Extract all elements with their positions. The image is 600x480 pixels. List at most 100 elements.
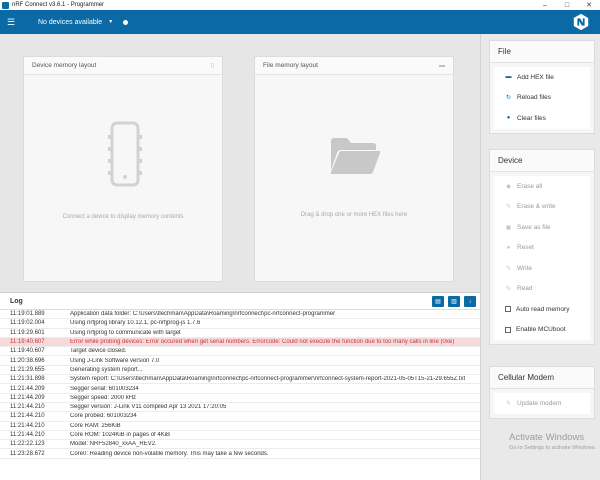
file-memory-panel[interactable]: File memory layout ▬ Drag & drop one or …	[254, 56, 454, 282]
log-message: Core probed: 601003234	[70, 413, 137, 420]
log-message: Segger serial: 601003234	[70, 385, 139, 392]
log-row: 11:19:29.601 Using nrfjprog to communicat…	[0, 329, 480, 338]
log-message: Generating system report...	[70, 366, 143, 373]
watermark-line1: Activate Windows	[509, 432, 585, 443]
log-message: System report: C:\Users\tlechman\AppData…	[70, 376, 466, 383]
folder-icon	[330, 138, 381, 174]
checkbox-icon[interactable]	[505, 306, 511, 313]
write-button[interactable]: ✎ Write	[494, 258, 590, 279]
update-modem-label: Update modem	[517, 399, 562, 407]
windows-activation-watermark: Activate Windows Go to Settings to activ…	[509, 432, 596, 451]
log-row: 11:22:22.123 Model: NRF52840_xxAA_REV2.	[0, 440, 480, 450]
log-timestamp: 11:23:28.672	[10, 450, 45, 457]
open-log-folder-icon[interactable]: ▤	[432, 296, 444, 307]
device-memory-title: Device memory layout	[32, 62, 97, 69]
clear-files-label: Clear files	[517, 114, 546, 122]
chevron-down-icon: ▼	[108, 19, 114, 25]
log-message: Segger speed: 2000 kHz	[70, 394, 137, 401]
log-message: Using J-Link Software version 7.0	[70, 357, 160, 364]
read-label: Read	[517, 285, 533, 293]
maximize-button[interactable]: □	[556, 0, 578, 10]
reload-files-button[interactable]: ↻ Reload files	[494, 87, 590, 108]
log-row: 11:21:44.209 Segger serial: 601003234	[0, 384, 480, 394]
file-section-title: File	[490, 41, 594, 63]
log-timestamp: 11:19:40.607	[10, 348, 45, 355]
log-message: Using nrfjprog library 10.12.1, pc-nrfjp…	[70, 320, 201, 327]
read-button[interactable]: ↻ Read	[494, 278, 590, 299]
auto-read-memory-label: Auto read memory	[516, 305, 570, 313]
log-timestamp: 11:21:44.210	[10, 422, 45, 429]
close-button[interactable]: ✕	[578, 0, 600, 10]
reload-files-label: Reload files	[517, 94, 551, 102]
device-selector[interactable]: No devices available ▼	[38, 18, 129, 26]
log-timestamp: 11:19:29.601	[10, 329, 45, 336]
add-hex-file-label: Add HEX file	[517, 73, 554, 81]
file-memory-caption: Drag & drop one or more HEX files here	[300, 212, 408, 218]
log-row: 11:21:29.655 Generating system report...	[0, 366, 480, 376]
checkbox-icon[interactable]	[505, 326, 511, 333]
save-icon: ▣	[505, 224, 512, 231]
window-titlebar: nRF Connect v3.6.1 - Programmer – □ ✕	[0, 0, 600, 10]
log-panel: Log ▤ ▥ ↓ 11:19:01.889 Application data f…	[0, 292, 480, 480]
eraser-icon: ◆	[506, 183, 511, 190]
log-message: Model: NRF52840_xxAA_REV2.	[70, 441, 157, 448]
refresh-icon: ↻	[505, 95, 512, 102]
log-timestamp: 11:19:01.889	[10, 311, 45, 318]
log-row: 11:21:44.210 Core ROM: 1024KiB in pages o…	[0, 431, 480, 441]
log-message: Error while probing devices: Error occur…	[70, 339, 455, 346]
erase-write-label: Erase & write	[517, 203, 556, 211]
cellular-modem-section-title: Cellular Modem	[490, 367, 594, 389]
autoscroll-icon[interactable]: ↓	[464, 296, 476, 307]
sidebar: File ▬ Add HEX file ↻ Reload files ● Clear fi…	[480, 34, 600, 480]
log-row: 11:20:38.696 Using J-Link Software versio…	[0, 356, 480, 366]
log-timestamp: 11:19:02.004	[10, 320, 45, 327]
hamburger-menu-icon[interactable]: ☰	[0, 10, 22, 34]
write-label: Write	[517, 264, 533, 272]
log-row: 11:19:02.004 Using nrfjprog library 10.12…	[0, 319, 480, 329]
log-title: Log	[0, 293, 480, 310]
device-memory-caption: Connect a device to display memory conte…	[62, 214, 184, 220]
save-as-file-label: Save as file	[517, 223, 551, 231]
reset-label: Reset	[517, 244, 534, 252]
log-row: 11:21:44.210 Core probed: 601003234	[0, 412, 480, 422]
enable-mcuboot-checkbox[interactable]: Enable MCUboot	[494, 319, 590, 340]
cellular-modem-section: Cellular Modem ✎ Update modem	[489, 366, 595, 419]
log-message: Segger version: J-Link V11 compiled Apr …	[70, 404, 227, 411]
log-row: 11:21:44.210 Segger version: J-Link V11 c…	[0, 403, 480, 413]
device-section-title: Device	[490, 150, 594, 172]
file-memory-title: File memory layout	[263, 62, 318, 69]
log-message: Application data folder: C:\Users\tlechm…	[70, 311, 336, 318]
app-icon	[2, 1, 9, 9]
log-row-error: 11:19:40.607 Error while probing devices:…	[0, 337, 480, 348]
watermark-line2: Go to Settings to activate Windows.	[509, 445, 596, 451]
log-message: Core ROM: 1024KiB in pages of 4KiB	[70, 432, 171, 438]
memory-layout-area: Device memory layout ▯ Connect a device …	[0, 34, 480, 292]
log-message: Target device closed.	[70, 348, 127, 355]
minus-circle-icon: ●	[506, 115, 511, 122]
log-row: 11:19:01.889 Application data folder: C:\…	[0, 310, 480, 320]
log-toolbar: ▤ ▥ ↓	[432, 296, 476, 307]
reset-button[interactable]: ● Reset	[494, 237, 590, 258]
log-timestamp: 11:22:22.123	[10, 441, 45, 448]
log-timestamp: 11:21:29.655	[10, 366, 45, 373]
update-modem-button[interactable]: ✎ Update modem	[494, 393, 590, 414]
erase-write-button[interactable]: ✎ Erase & write	[494, 196, 590, 217]
clear-files-button[interactable]: ● Clear files	[494, 108, 590, 129]
erase-all-button[interactable]: ◆ Erase all	[494, 176, 590, 197]
window-title: nRF Connect v3.6.1 - Programmer	[12, 2, 105, 8]
refresh-icon: ↻	[505, 286, 512, 293]
chip-icon	[108, 121, 142, 187]
auto-read-memory-checkbox[interactable]: Auto read memory	[494, 299, 590, 320]
log-message: Using nrfjprog to communicate with targe…	[70, 329, 181, 336]
log-row: 11:21:44.209 Segger speed: 2000 kHz	[0, 394, 480, 403]
file-section: File ▬ Add HEX file ↻ Reload files ● Clear fi…	[489, 40, 595, 134]
minimize-button[interactable]: –	[534, 0, 556, 10]
save-as-file-button[interactable]: ▣ Save as file	[494, 217, 590, 238]
log-timestamp: 11:21:44.209	[10, 385, 45, 392]
log-timestamp: 11:20:38.696	[10, 357, 45, 364]
add-hex-file-button[interactable]: ▬ Add HEX file	[494, 67, 590, 88]
pencil-icon: ✎	[505, 204, 512, 211]
clear-log-icon[interactable]: ▥	[448, 296, 460, 307]
log-row: 11:21:44.210 Core RAM: 256KiB	[0, 422, 480, 431]
device-selector-label: No devices available	[38, 18, 103, 26]
